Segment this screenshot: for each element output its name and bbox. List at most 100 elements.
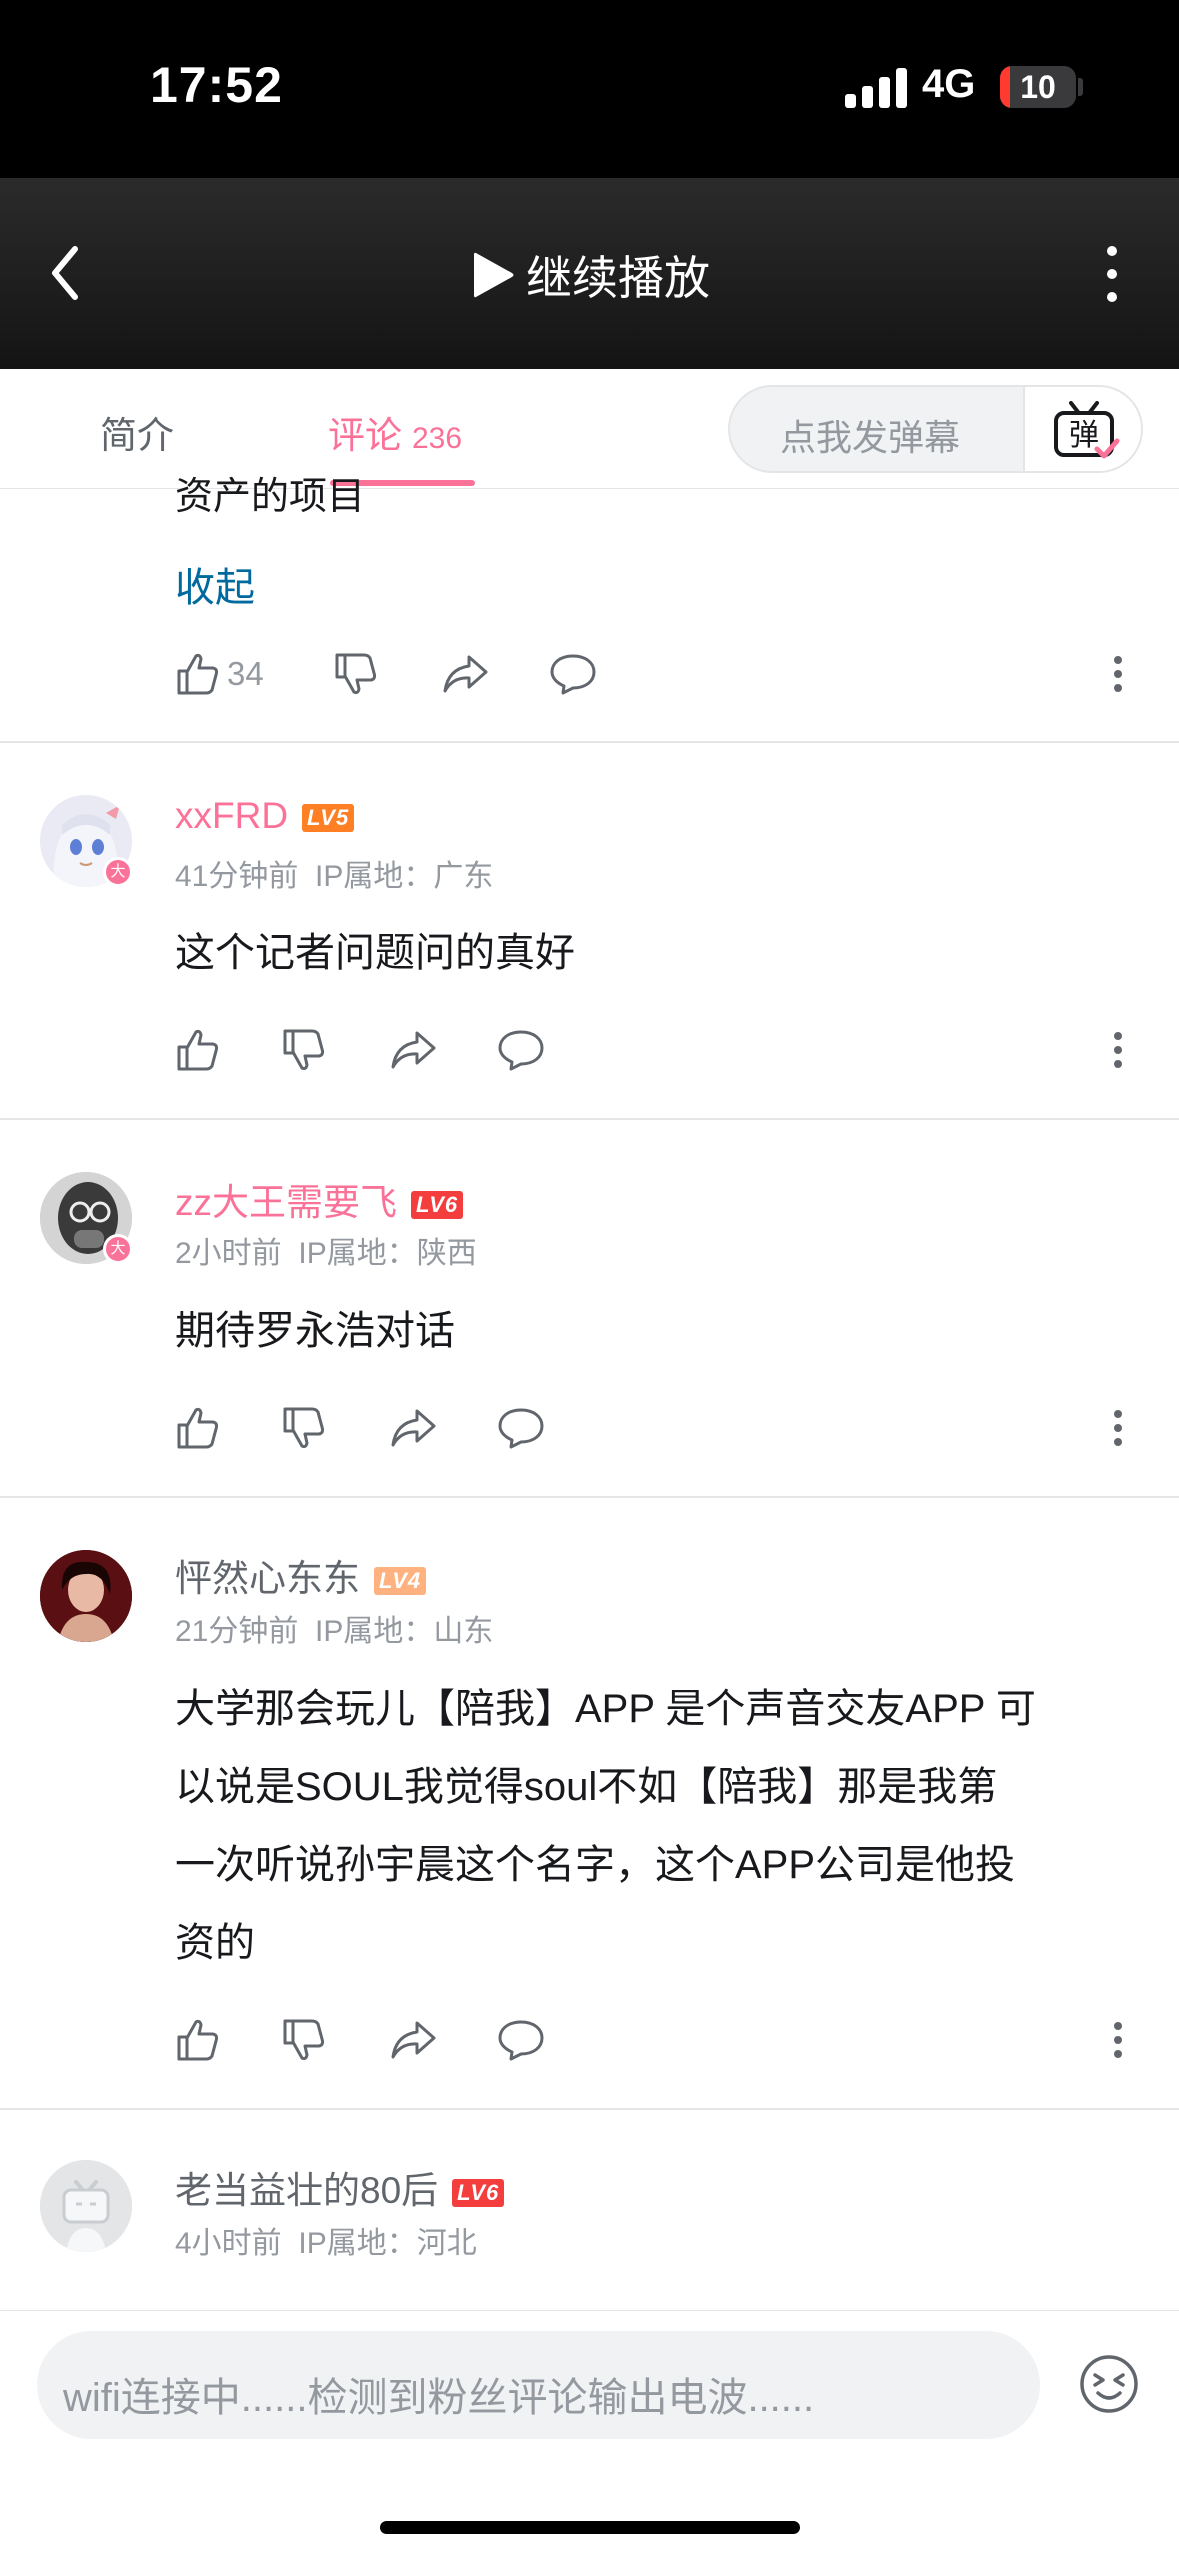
battery-icon: 10	[1000, 66, 1076, 108]
comment-meta: 4小时前 IP属地：河北	[175, 2218, 477, 2262]
comment-meta: 2小时前 IP属地：陕西	[175, 1228, 477, 1272]
more-vertical-icon	[1114, 2022, 1122, 2058]
dislike-button[interactable]	[333, 650, 379, 698]
chevron-left-icon	[52, 246, 78, 300]
tab-comments-label: 评论	[328, 415, 402, 456]
more-vertical-icon	[1114, 1410, 1122, 1446]
default-tv-avatar-icon	[40, 2160, 132, 2252]
comment-author[interactable]: zz大王需要飞 LV6	[175, 1172, 464, 1226]
reply-bubble-icon	[498, 2020, 544, 2061]
comment-text-line: 以说是SOUL我觉得soul不如【陪我】那是我第	[175, 1765, 998, 1809]
reply-button[interactable]	[549, 650, 597, 698]
play-icon	[474, 252, 514, 298]
share-button[interactable]	[389, 1026, 437, 1074]
level-badge: LV6	[452, 2179, 505, 2208]
divider	[0, 1496, 1179, 1498]
emoji-button[interactable]	[1078, 2353, 1140, 2415]
comment-input-bar: wifi连接中......检测到粉丝评论输出电波......	[0, 2310, 1179, 2556]
like-button[interactable]: 34	[175, 650, 264, 698]
reply-button[interactable]	[497, 1026, 545, 1074]
thumb-up-icon	[177, 653, 219, 695]
thumb-up-icon	[177, 2019, 219, 2061]
dislike-button[interactable]	[281, 1404, 327, 1452]
share-icon	[443, 655, 488, 693]
photo-avatar-image	[40, 1550, 132, 1642]
share-button[interactable]	[389, 2016, 437, 2064]
username: 怦然心东东	[175, 1558, 360, 1599]
comment-text-line: 一次听说孙宇晨这个名字，这个APP公司是他投	[175, 1843, 1016, 1887]
level-badge: LV4	[374, 1567, 427, 1596]
thumb-up-icon	[177, 1407, 219, 1449]
comment-time: 41分钟前	[175, 860, 299, 893]
avatar[interactable]	[40, 1550, 132, 1642]
share-button[interactable]	[441, 650, 489, 698]
continue-play-button[interactable]: 继续播放	[470, 240, 710, 310]
share-icon	[391, 2021, 436, 2059]
signal-icon	[845, 68, 907, 108]
comment-time: 21分钟前	[175, 1615, 299, 1648]
collapse-link[interactable]: 收起	[175, 555, 255, 613]
comment-actions	[0, 1018, 1179, 1078]
back-button[interactable]	[40, 233, 120, 313]
tab-intro[interactable]: 简介	[100, 405, 174, 459]
comment-author[interactable]: 老当益壮的80后 LV6	[175, 2160, 505, 2214]
home-indicator	[380, 2521, 800, 2534]
comment-meta: 41分钟前 IP属地：广东	[175, 851, 493, 895]
username: xxFRD	[175, 795, 289, 836]
comment-more-button[interactable]	[1108, 1026, 1128, 1074]
emoji-face-icon	[1080, 2355, 1138, 2413]
dislike-button[interactable]	[281, 1026, 327, 1074]
username: 老当益壮的80后	[175, 2170, 439, 2211]
thumb-down-icon	[283, 1407, 325, 1449]
danmaku-toggle-button[interactable]: 弹	[1023, 387, 1141, 471]
more-options-button[interactable]	[1085, 233, 1140, 313]
reply-bubble-icon	[498, 1030, 544, 1071]
comment-text-line: 大学那会玩儿【陪我】APP 是个声音交友APP 可	[175, 1687, 1036, 1731]
comment-text-cut: 资产的项目	[175, 476, 366, 518]
share-button[interactable]	[389, 1404, 437, 1452]
share-icon	[391, 1031, 436, 1069]
reply-bubble-icon	[550, 654, 596, 695]
comment-input-placeholder: wifi连接中......检测到粉丝评论输出电波......	[63, 2376, 815, 2420]
comment-ip: IP属地：山东	[315, 1615, 494, 1648]
video-top-bar: 继续播放	[0, 178, 1179, 369]
comment-actions: 34	[0, 642, 1179, 702]
comment-input[interactable]: wifi连接中......检测到粉丝评论输出电波......	[37, 2331, 1040, 2439]
danmaku-input[interactable]: 点我发弹幕	[780, 409, 960, 461]
reply-button[interactable]	[497, 2016, 545, 2064]
vip-badge: 大	[103, 857, 133, 887]
like-button[interactable]	[175, 2016, 221, 2064]
like-button[interactable]	[175, 1404, 221, 1452]
network-type: 4G	[922, 62, 976, 106]
status-bar: 17:52 4G 10	[0, 0, 1179, 178]
thumb-down-icon	[283, 2019, 325, 2061]
danmaku-entry[interactable]: 点我发弹幕 弹	[728, 385, 1143, 473]
tab-comments[interactable]: 评论 236	[328, 405, 462, 459]
danmaku-icon-text: 弹	[1069, 418, 1099, 453]
reply-button[interactable]	[497, 1404, 545, 1452]
dislike-button[interactable]	[281, 2016, 327, 2064]
share-icon	[391, 1409, 436, 1447]
danmaku-icon: 弹	[1054, 401, 1120, 459]
comment-actions	[0, 2008, 1179, 2068]
comment-actions	[0, 1396, 1179, 1456]
like-count: 34	[227, 655, 264, 692]
battery-cap	[1078, 78, 1083, 96]
vip-badge: 大	[103, 1234, 133, 1264]
comment-meta: 21分钟前 IP属地：山东	[175, 1606, 493, 1650]
comment-more-button[interactable]	[1108, 2016, 1128, 2064]
comment-text: 大学那会玩儿【陪我】APP 是个声音交友APP 可 以说是SOUL我觉得soul…	[175, 1670, 1135, 1982]
comment-more-button[interactable]	[1108, 1404, 1128, 1452]
comment-more-button[interactable]	[1108, 650, 1128, 698]
comment-author[interactable]: xxFRD LV5	[175, 795, 355, 837]
avatar[interactable]	[40, 2160, 132, 2252]
reply-bubble-icon	[498, 1408, 544, 1449]
like-button[interactable]	[175, 1026, 221, 1074]
divider	[0, 2108, 1179, 2110]
more-vertical-icon	[1107, 246, 1117, 302]
comment-author[interactable]: 怦然心东东 LV4	[175, 1548, 427, 1602]
thumb-down-icon	[283, 1029, 325, 1071]
comment-time: 2小时前	[175, 1237, 282, 1270]
thumb-up-icon	[177, 1029, 219, 1071]
level-badge: LV5	[302, 804, 355, 833]
